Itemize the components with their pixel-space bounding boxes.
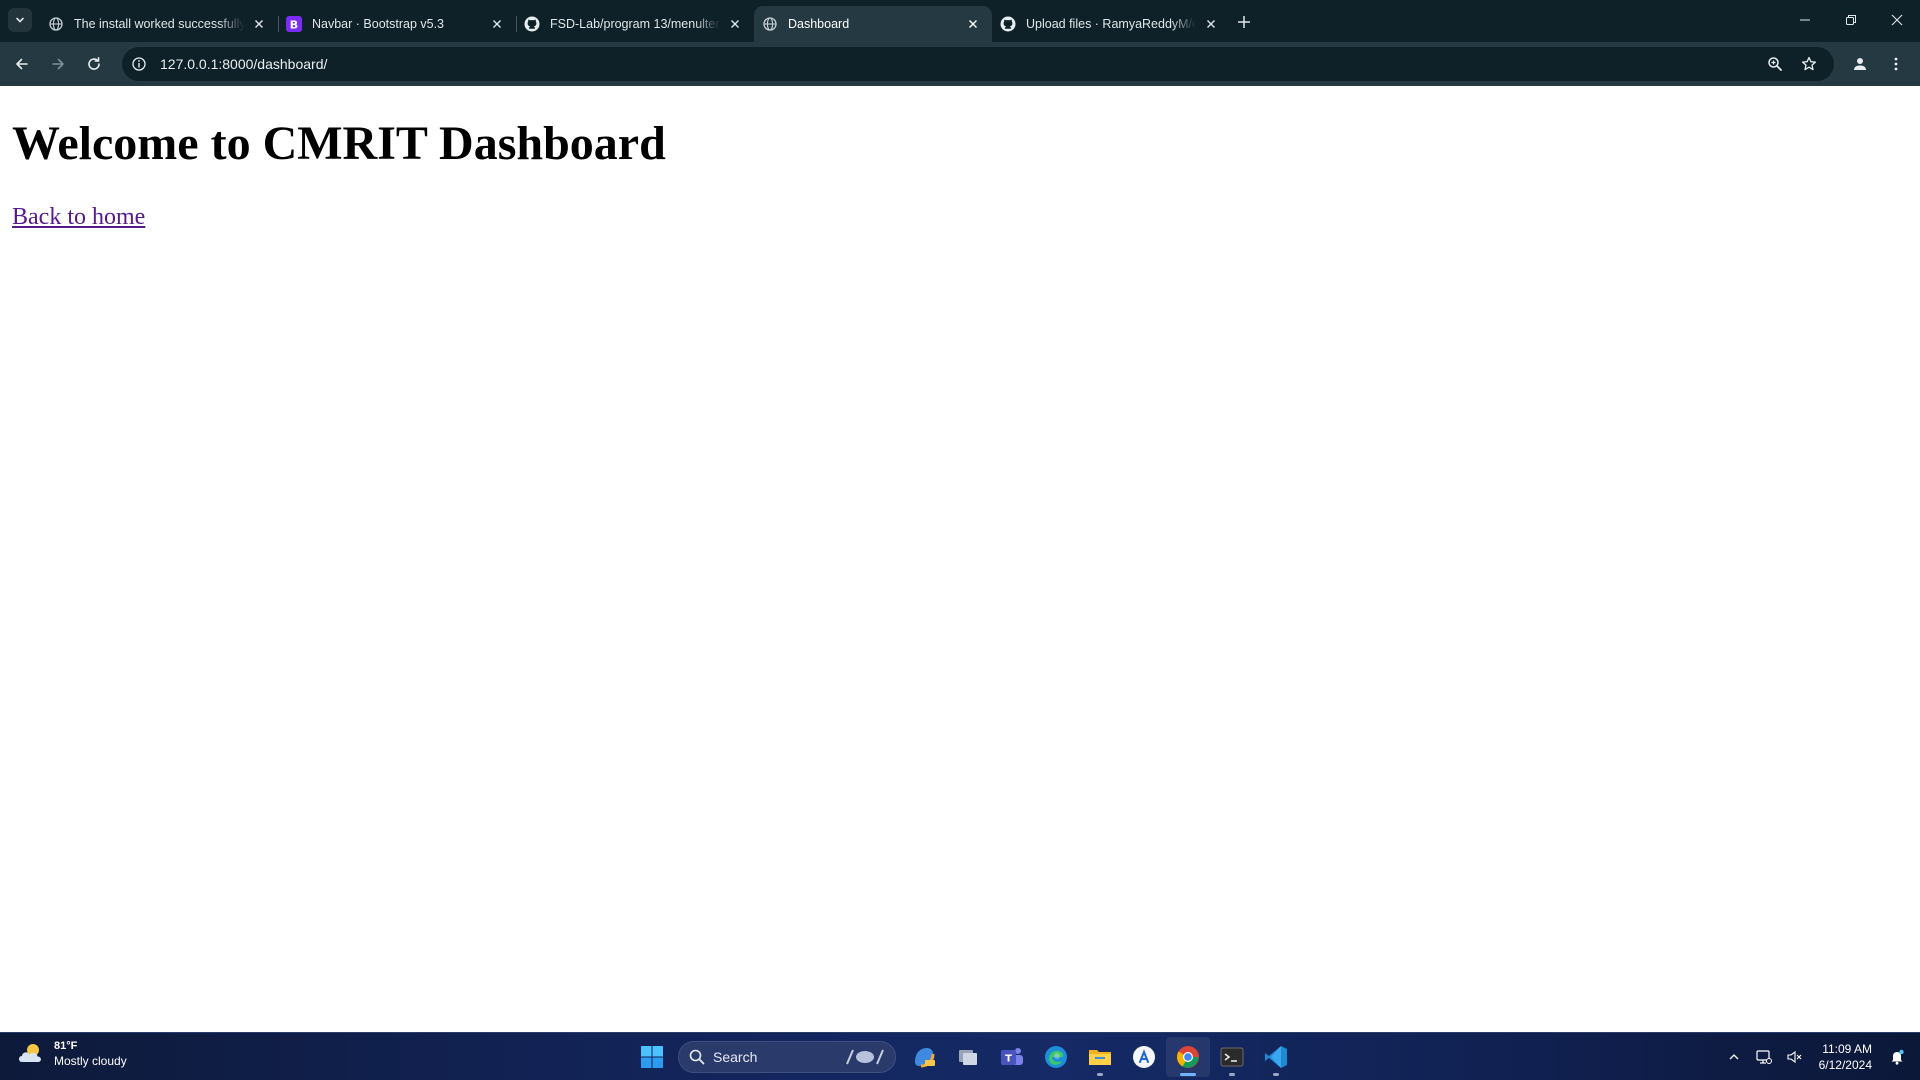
tab-title: Upload files · RamyaReddyM/exam bbox=[1026, 17, 1196, 31]
tab-list: The install worked successfully! Congrat… bbox=[40, 6, 1230, 42]
close-icon[interactable] bbox=[250, 15, 268, 33]
site-info-icon[interactable] bbox=[126, 51, 152, 77]
windows-logo-icon bbox=[641, 1046, 663, 1068]
svg-text:T: T bbox=[1005, 1054, 1012, 1065]
clock-date: 6/12/2024 bbox=[1818, 1058, 1872, 1072]
search-highlight-icon bbox=[846, 1049, 884, 1065]
globe-icon bbox=[762, 16, 778, 32]
close-icon[interactable] bbox=[1202, 15, 1220, 33]
search-icon bbox=[689, 1049, 705, 1065]
tab-title: Dashboard bbox=[788, 17, 850, 31]
reload-button[interactable] bbox=[80, 50, 108, 78]
window-controls bbox=[1782, 0, 1920, 40]
bookmark-star-icon[interactable] bbox=[1796, 51, 1822, 77]
taskbar-task-view[interactable] bbox=[946, 1037, 990, 1077]
chevron-down-icon bbox=[16, 17, 24, 23]
taskbar-edge[interactable] bbox=[1034, 1037, 1078, 1077]
system-tray: 11:09 AM 6/12/2024 bbox=[1719, 1033, 1920, 1080]
back-to-home-link[interactable]: Back to home bbox=[12, 204, 145, 231]
volume-muted-icon[interactable] bbox=[1781, 1042, 1807, 1072]
search-placeholder: Search bbox=[713, 1049, 758, 1065]
clock-time: 11:09 AM bbox=[1822, 1042, 1872, 1056]
app-store-icon bbox=[1133, 1046, 1155, 1068]
folder-icon bbox=[1089, 1050, 1111, 1065]
more-vertical-icon bbox=[1894, 57, 1898, 71]
tab-search-button[interactable] bbox=[8, 8, 32, 32]
close-icon[interactable] bbox=[726, 15, 744, 33]
vscode-icon bbox=[1265, 1046, 1287, 1068]
page-title: Welcome to CMRIT Dashboard bbox=[12, 117, 666, 170]
svg-text:B: B bbox=[290, 19, 298, 32]
browser-toolbar: 127.0.0.1:8000/dashboard/ bbox=[0, 42, 1920, 86]
github-icon bbox=[524, 16, 540, 32]
zoom-icon[interactable] bbox=[1762, 51, 1788, 77]
taskbar-terminal[interactable] bbox=[1210, 1037, 1254, 1077]
task-view-icon bbox=[959, 1050, 977, 1065]
copilot-icon bbox=[915, 1048, 935, 1068]
taskbar-chrome[interactable] bbox=[1166, 1037, 1210, 1077]
weather-condition: Mostly cloudy bbox=[54, 1054, 127, 1068]
arrow-right-icon bbox=[52, 58, 64, 70]
close-icon bbox=[1891, 14, 1903, 26]
notification-bell-icon[interactable] bbox=[1884, 1042, 1910, 1072]
back-button[interactable] bbox=[8, 50, 36, 78]
url-text: 127.0.0.1:8000/dashboard/ bbox=[160, 56, 328, 72]
taskbar-teams[interactable]: T bbox=[990, 1037, 1034, 1077]
running-indicator bbox=[1097, 1073, 1103, 1076]
profile-button[interactable] bbox=[1846, 50, 1874, 78]
taskbar-apps: Search T bbox=[632, 1037, 1298, 1077]
bootstrap-icon: B bbox=[286, 16, 302, 32]
system-clock[interactable]: 11:09 AM 6/12/2024 bbox=[1819, 1041, 1872, 1073]
start-button[interactable] bbox=[632, 1037, 672, 1077]
minimize-button[interactable] bbox=[1782, 0, 1828, 40]
close-window-button[interactable] bbox=[1874, 0, 1920, 40]
running-indicator bbox=[1180, 1073, 1196, 1076]
tab-title: Navbar · Bootstrap v5.3 bbox=[312, 17, 445, 31]
taskbar-app-store[interactable] bbox=[1122, 1037, 1166, 1077]
network-icon[interactable] bbox=[1751, 1042, 1777, 1072]
new-tab-button[interactable] bbox=[1232, 10, 1256, 34]
globe-icon bbox=[48, 16, 64, 32]
weather-widget[interactable]: 81°F Mostly cloudy bbox=[16, 1039, 127, 1069]
windows-taskbar: 81°F Mostly cloudy Search T 11:09 AM 6/1… bbox=[0, 1032, 1920, 1080]
browser-tabstrip: The install worked successfully! Congrat… bbox=[0, 0, 1920, 42]
browser-tab[interactable]: Upload files · RamyaReddyM/exam bbox=[992, 6, 1230, 42]
minimize-icon bbox=[1800, 19, 1810, 21]
github-icon bbox=[1000, 16, 1016, 32]
chrome-icon bbox=[1177, 1046, 1199, 1068]
taskbar-file-explorer[interactable] bbox=[1078, 1037, 1122, 1077]
restore-button[interactable] bbox=[1828, 0, 1874, 40]
browser-tab[interactable]: B Navbar · Bootstrap v5.3 bbox=[278, 6, 516, 42]
menu-button[interactable] bbox=[1882, 50, 1910, 78]
close-icon[interactable] bbox=[488, 15, 506, 33]
browser-tab[interactable]: The install worked successfully! Congrat… bbox=[40, 6, 278, 42]
restore-icon bbox=[1846, 15, 1856, 25]
page-viewport: Welcome to CMRIT Dashboard Back to home bbox=[0, 86, 1920, 1032]
close-icon[interactable] bbox=[964, 15, 982, 33]
taskbar-search[interactable]: Search bbox=[678, 1041, 896, 1073]
running-indicator bbox=[1229, 1073, 1235, 1076]
reload-icon bbox=[88, 57, 100, 70]
plus-icon bbox=[1238, 16, 1250, 28]
cloud-icon bbox=[19, 1044, 41, 1062]
running-indicator bbox=[1273, 1073, 1279, 1076]
address-bar[interactable]: 127.0.0.1:8000/dashboard/ bbox=[122, 47, 1834, 81]
chevron-up-icon[interactable] bbox=[1721, 1042, 1747, 1072]
tab-title: The install worked successfully! Congrat… bbox=[74, 17, 244, 31]
forward-button[interactable] bbox=[44, 50, 72, 78]
browser-tab[interactable]: FSD-Lab/program 13/menultems bbox=[516, 6, 754, 42]
browser-tab-active[interactable]: Dashboard bbox=[754, 6, 992, 42]
taskbar-vscode[interactable] bbox=[1254, 1037, 1298, 1077]
teams-icon: T bbox=[1001, 1048, 1023, 1065]
edge-icon bbox=[1045, 1046, 1067, 1068]
weather-temperature: 81°F bbox=[54, 1040, 78, 1052]
profile-icon bbox=[1854, 58, 1866, 70]
terminal-icon bbox=[1220, 1047, 1244, 1067]
tab-title: FSD-Lab/program 13/menultems bbox=[550, 17, 720, 31]
arrow-left-icon bbox=[16, 58, 28, 70]
taskbar-copilot[interactable] bbox=[902, 1037, 946, 1077]
